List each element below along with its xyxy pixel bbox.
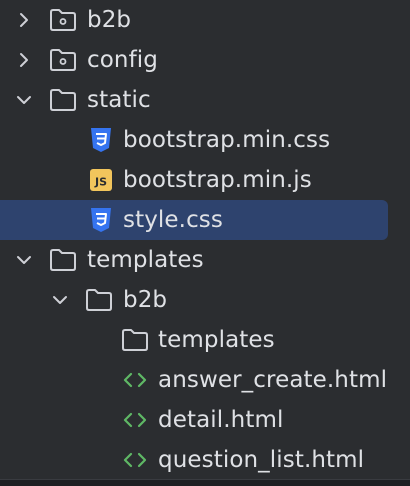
tree-item-label: detail.html bbox=[158, 407, 284, 433]
tree-item-label: answer_create.html bbox=[158, 367, 388, 393]
js-badge-text: JS bbox=[94, 176, 107, 189]
chevron-right-icon[interactable] bbox=[10, 6, 38, 34]
tree-item-label: question_list.html bbox=[158, 447, 365, 473]
css-file-icon bbox=[91, 208, 111, 232]
tree-item-label: static bbox=[87, 87, 151, 113]
tree-item-templates-b2b[interactable]: b2b bbox=[0, 280, 410, 320]
tree-item-label: config bbox=[87, 47, 158, 73]
tree-item-style-css[interactable]: style.css bbox=[0, 200, 410, 240]
tree-item-label: style.css bbox=[123, 207, 223, 233]
chevron-down-icon[interactable] bbox=[46, 286, 74, 314]
tree-item-b2b[interactable]: b2b bbox=[0, 0, 410, 40]
js-file-icon: JS bbox=[90, 169, 112, 191]
tree-item-static[interactable]: static bbox=[0, 80, 410, 120]
package-folder-icon bbox=[50, 49, 76, 71]
package-folder-icon bbox=[50, 9, 76, 31]
tree-item-templates[interactable]: templates bbox=[0, 240, 410, 280]
folder-icon bbox=[86, 289, 112, 311]
tree-item-label: b2b bbox=[87, 7, 132, 33]
css-file-icon bbox=[91, 128, 111, 152]
html-file-icon bbox=[123, 372, 147, 388]
chevron-down-icon[interactable] bbox=[10, 246, 38, 274]
tree-item-question-list-html[interactable]: question_list.html bbox=[0, 440, 410, 480]
folder-icon bbox=[50, 249, 76, 271]
tree-item-bootstrap-min-css[interactable]: bootstrap.min.css bbox=[0, 120, 410, 160]
tree-item-label: templates bbox=[158, 327, 275, 353]
tree-item-answer-create-html[interactable]: answer_create.html bbox=[0, 360, 410, 400]
folder-icon bbox=[50, 89, 76, 111]
project-tree: b2b config static bootstrap.min.css JS b… bbox=[0, 0, 410, 480]
tree-item-label: bootstrap.min.css bbox=[123, 127, 331, 153]
tree-item-detail-html[interactable]: detail.html bbox=[0, 400, 410, 440]
tree-item-bootstrap-min-js[interactable]: JS bootstrap.min.js bbox=[0, 160, 410, 200]
chevron-right-icon[interactable] bbox=[10, 46, 38, 74]
html-file-icon bbox=[123, 452, 147, 468]
tree-item-label: bootstrap.min.js bbox=[123, 167, 312, 193]
folder-icon bbox=[122, 329, 148, 351]
panel-bottom-edge bbox=[0, 479, 410, 486]
tree-item-label: templates bbox=[87, 247, 204, 273]
tree-item-config[interactable]: config bbox=[0, 40, 410, 80]
chevron-down-icon[interactable] bbox=[10, 86, 38, 114]
tree-item-b2b-templates[interactable]: templates bbox=[0, 320, 410, 360]
html-file-icon bbox=[123, 412, 147, 428]
tree-item-label: b2b bbox=[123, 287, 168, 313]
